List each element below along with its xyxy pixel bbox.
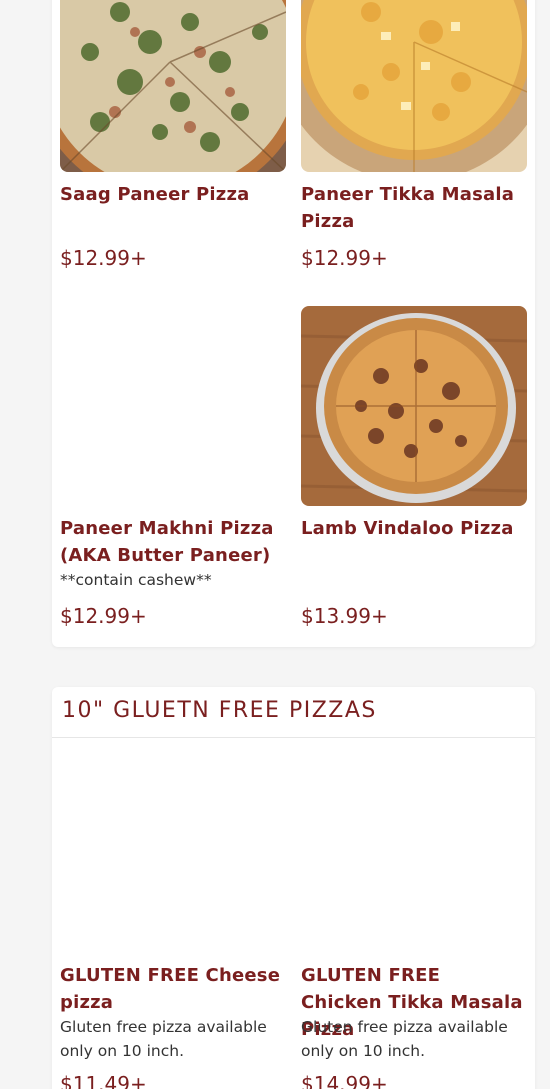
menu-item-name: GLUTEN FREE Cheese pizza bbox=[60, 965, 281, 1013]
menu-item-price: $11.49+ bbox=[60, 1072, 147, 1089]
menu-item-name: Saag Paneer Pizza bbox=[60, 184, 250, 205]
menu-item-paneer-tikka-masala[interactable]: Paneer Tikka Masala Pizza $12.99+ bbox=[301, 0, 527, 280]
menu-item-name: Lamb Vindaloo Pizza bbox=[301, 518, 514, 539]
pizza-image bbox=[301, 0, 527, 172]
menu-item-name: Paneer Makhni Pizza (AKA Butter Paneer) bbox=[60, 518, 274, 566]
menu-item-name: Paneer Tikka Masala Pizza bbox=[301, 184, 515, 232]
menu-section-card: Saag Paneer Pizza $12.99+ Paneer Tikka M… bbox=[52, 0, 535, 647]
menu-item-saag-paneer[interactable]: Saag Paneer Pizza $12.99+ bbox=[60, 0, 286, 280]
paneer-tikka-masala-pizza-photo[interactable] bbox=[301, 0, 527, 172]
menu-item-description: Gluten free pizza available only on 10 i… bbox=[60, 1018, 267, 1060]
section-title: 10" GLUETN FREE PIZZAS bbox=[62, 698, 377, 723]
menu-item-price: $12.99+ bbox=[301, 246, 388, 270]
menu-item-price: $12.99+ bbox=[60, 246, 147, 270]
pizza-image bbox=[301, 306, 527, 506]
lamb-vindaloo-pizza-photo[interactable] bbox=[301, 306, 527, 506]
menu-item-price: $14.99+ bbox=[301, 1072, 388, 1089]
menu-item-paneer-makhni[interactable]: Paneer Makhni Pizza (AKA Butter Paneer) … bbox=[60, 306, 286, 628]
menu-item-gluten-free-cheese[interactable]: GLUTEN FREE Cheese pizza Gluten free piz… bbox=[60, 738, 286, 1089]
menu-item-lamb-vindaloo[interactable]: Lamb Vindaloo Pizza $13.99+ bbox=[301, 306, 527, 628]
section-header: 10" GLUETN FREE PIZZAS bbox=[52, 687, 535, 738]
menu-page: Saag Paneer Pizza $12.99+ Paneer Tikka M… bbox=[0, 0, 550, 1089]
gluten-free-section-card: 10" GLUETN FREE PIZZAS GLUTEN FREE Chees… bbox=[52, 687, 535, 1089]
menu-item-description: **contain cashew** bbox=[60, 571, 212, 589]
menu-item-price: $12.99+ bbox=[60, 604, 147, 628]
menu-item-description: Gluten free pizza available only on 10 i… bbox=[301, 1018, 508, 1060]
menu-item-price: $13.99+ bbox=[301, 604, 388, 628]
saag-paneer-pizza-photo[interactable] bbox=[60, 0, 286, 172]
menu-item-gluten-free-chicken-tikka[interactable]: GLUTEN FREE Chicken Tikka Masala Pizza G… bbox=[301, 738, 527, 1089]
pizza-image bbox=[60, 0, 286, 172]
